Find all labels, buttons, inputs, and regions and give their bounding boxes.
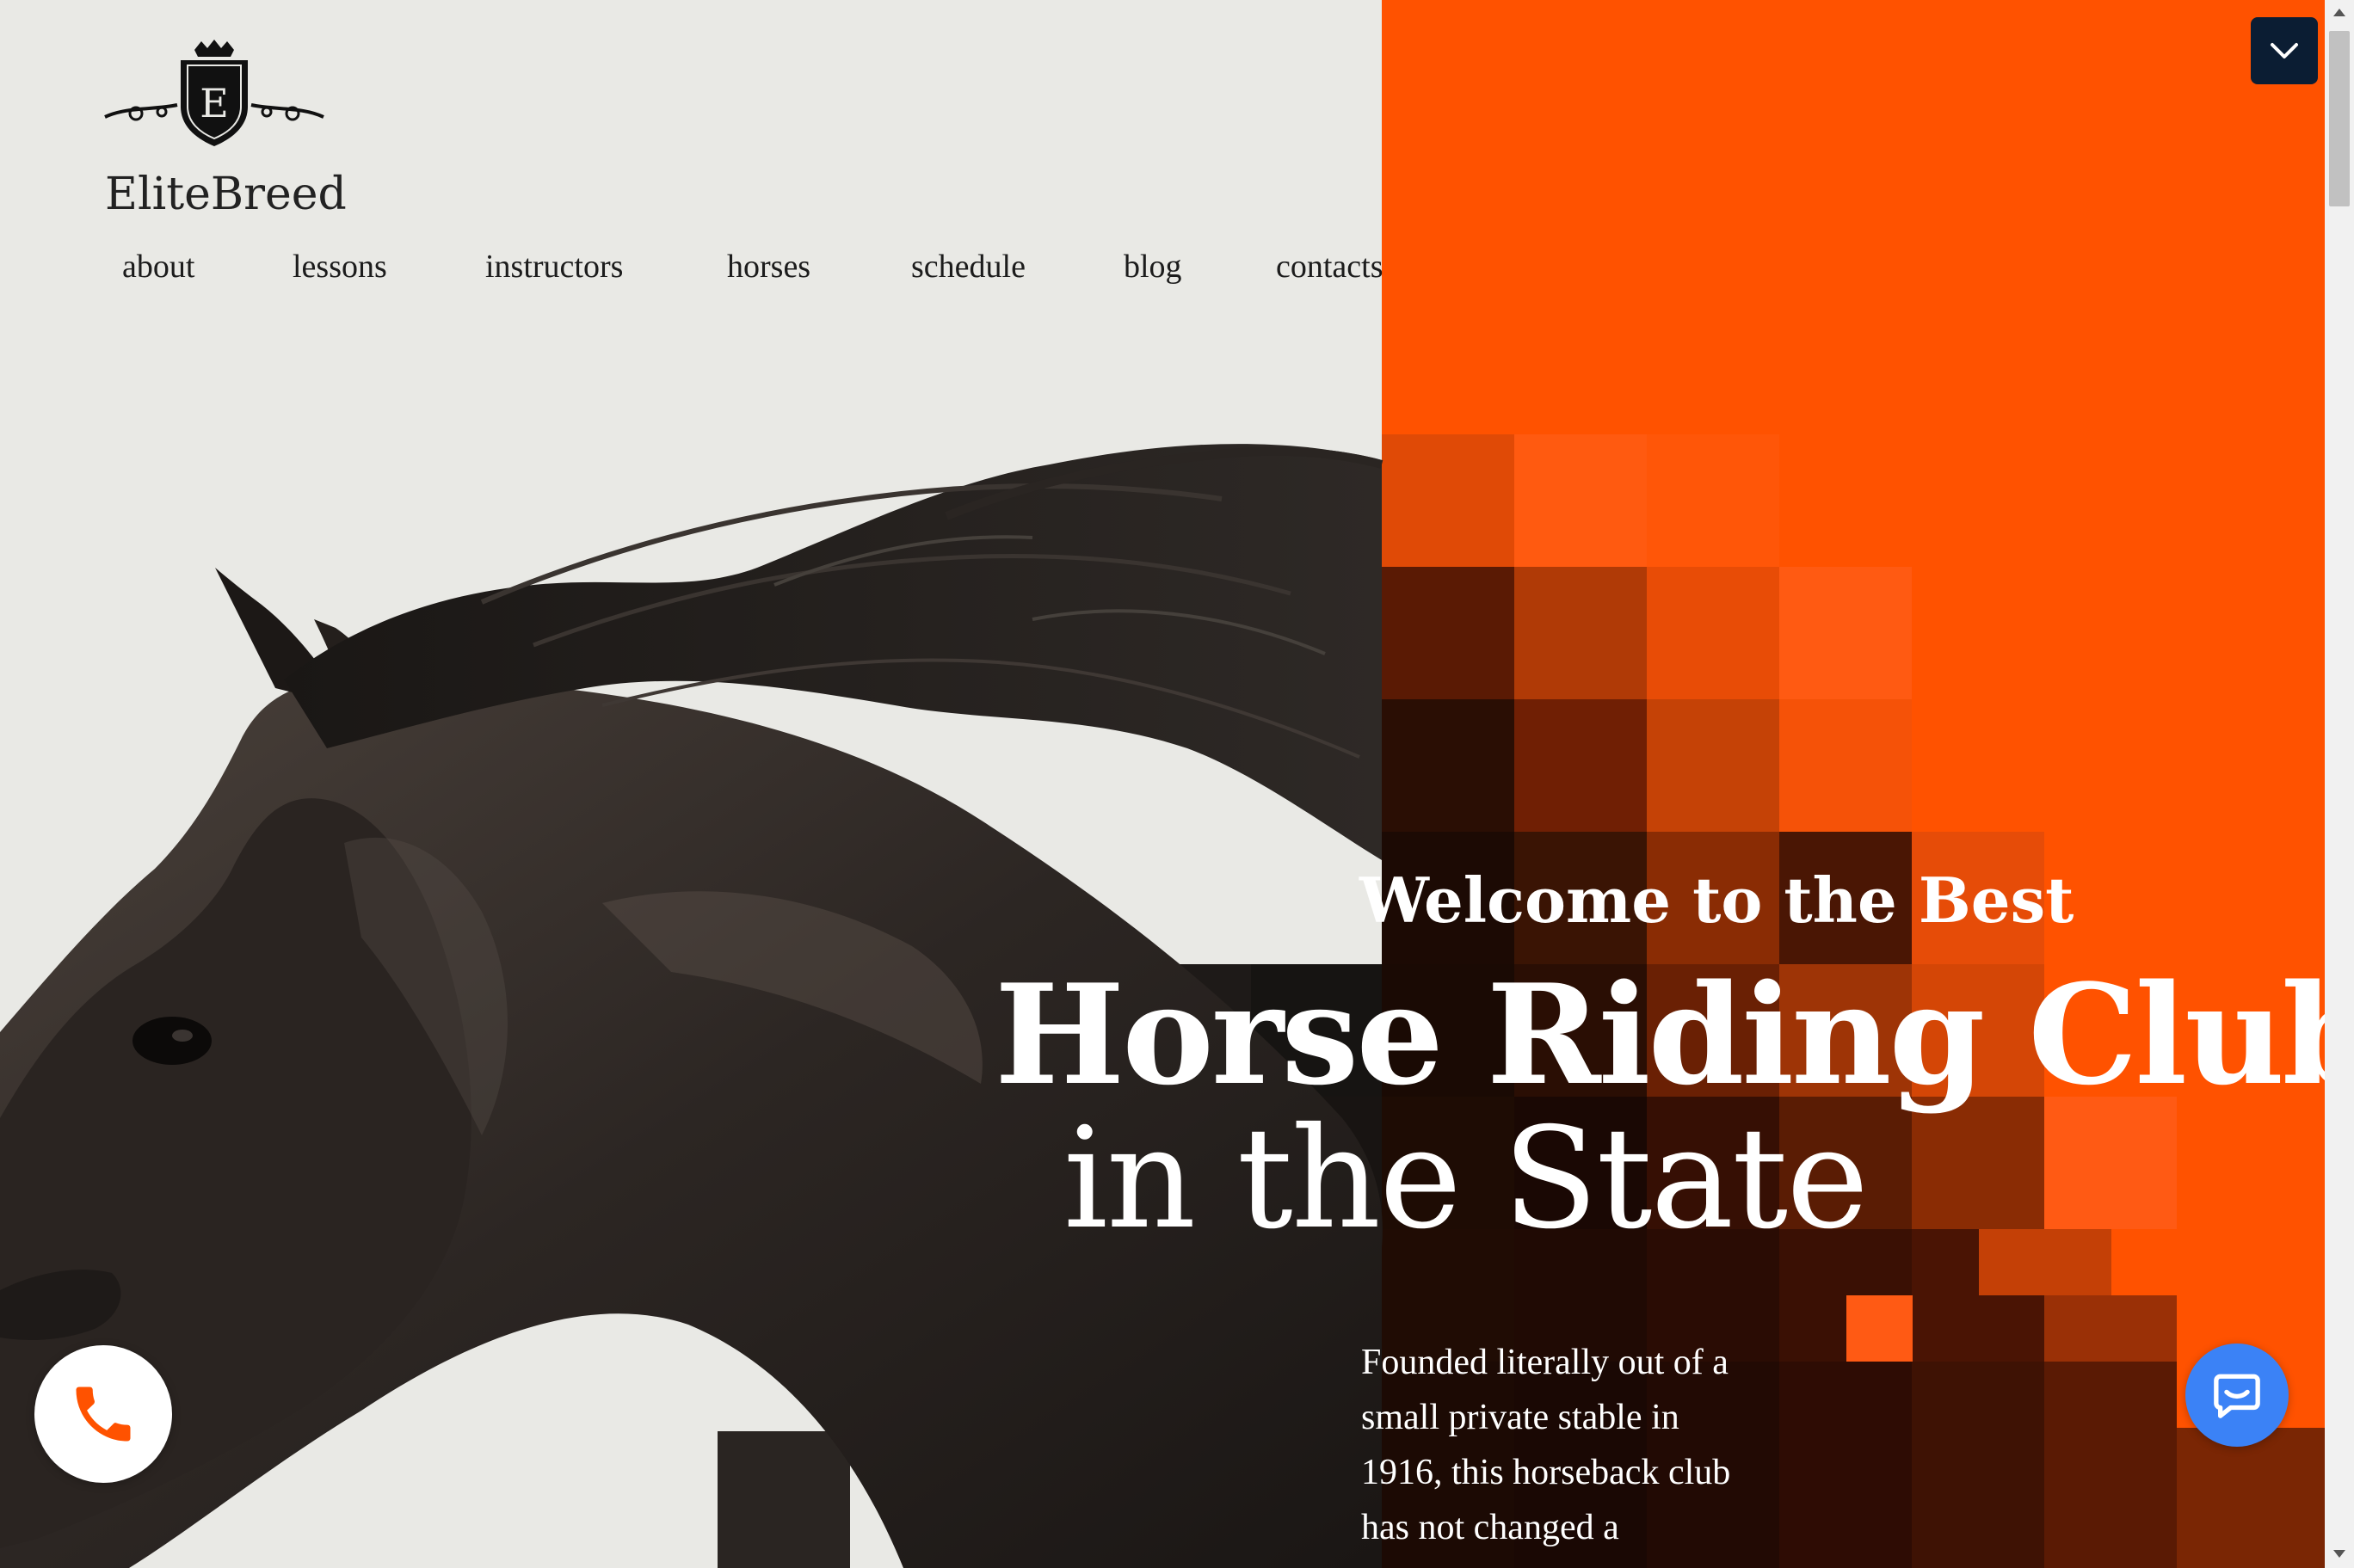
scroll-up-arrow-icon[interactable] <box>2333 9 2345 16</box>
call-button[interactable] <box>34 1345 172 1483</box>
menu-toggle-button[interactable] <box>2251 17 2318 84</box>
nav-item-blog[interactable]: blog <box>1124 248 1182 286</box>
nav-item-instructors[interactable]: instructors <box>485 248 623 286</box>
hero-headline-line2: in the State <box>1063 1098 1869 1260</box>
crest-icon: E <box>104 40 324 146</box>
nav-item-horses[interactable]: horses <box>727 248 810 286</box>
hero-welcome: Welcome to the Best <box>1359 864 2074 937</box>
nav-item-contacts[interactable]: contacts <box>1276 248 1383 286</box>
chat-button[interactable] <box>2185 1344 2289 1447</box>
nav-item-about[interactable]: about <box>122 248 194 286</box>
nav-item-lessons[interactable]: lessons <box>293 248 387 286</box>
hero-headline-line1: Horse Riding Club <box>995 954 2354 1116</box>
hero-intro-text: Founded literally out of a small private… <box>1361 1343 1731 1547</box>
horse-image <box>0 444 1383 1568</box>
chevron-down-icon <box>2271 43 2298 58</box>
nav-item-schedule[interactable]: schedule <box>911 248 1026 286</box>
logo[interactable]: E EliteBreed <box>102 38 347 220</box>
page: E EliteBreed about lessons instructors h… <box>0 0 2354 1568</box>
scrollbar[interactable] <box>2325 0 2354 1568</box>
scrollbar-thumb[interactable] <box>2329 31 2350 206</box>
chat-bubble-icon <box>2214 1374 2260 1418</box>
brand-name: EliteBreed <box>105 169 347 220</box>
phone-icon <box>76 1387 131 1442</box>
scroll-down-arrow-icon[interactable] <box>2333 1550 2345 1558</box>
logo-monogram: E <box>200 80 229 126</box>
